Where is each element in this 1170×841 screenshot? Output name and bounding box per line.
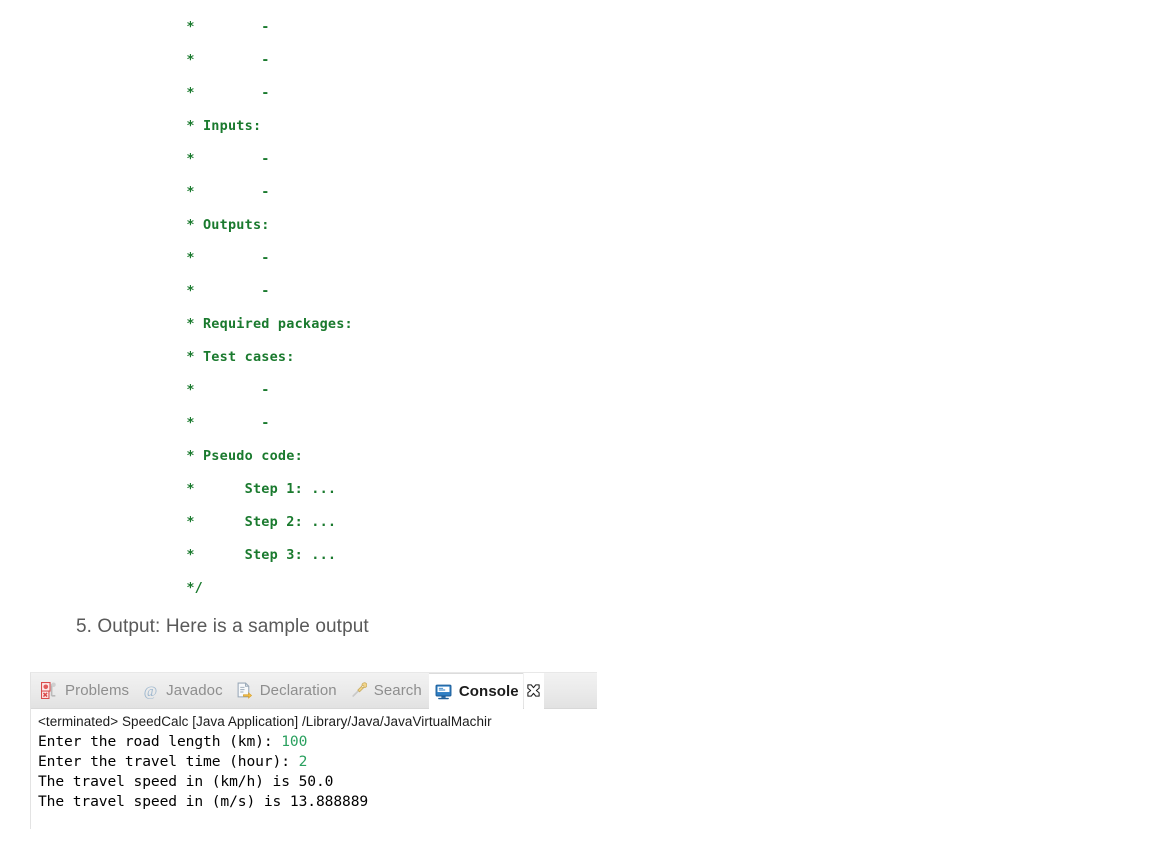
tab-label: Search [373, 682, 422, 699]
console-input-echo: 2 [298, 753, 308, 770]
console-output-text: Enter the road length (km): 100 Enter the… [31, 731, 597, 812]
console-monitor-icon [435, 683, 452, 700]
declaration-document-icon [236, 682, 253, 699]
tab-declaration[interactable]: Declaration [230, 673, 344, 709]
tab-javadoc[interactable]: @ Javadoc [136, 673, 230, 709]
comment-line: * Test cases: [178, 349, 295, 365]
comment-line: * Step 3: ... [178, 547, 337, 563]
comment-line: * - [178, 250, 270, 266]
at-sign-icon: @ [142, 682, 159, 699]
console-line-text: Enter the travel time (hour): [38, 753, 299, 770]
comment-line: * - [178, 151, 270, 167]
svg-text:@: @ [144, 684, 158, 699]
console-input-echo: 100 [281, 733, 308, 750]
comment-line: * Required packages: [178, 316, 353, 332]
comment-line: * Pseudo code: [178, 448, 303, 464]
eclipse-console-panel: Problems @ Javadoc Declaration Search Console… [30, 672, 597, 829]
comment-line: * - [178, 19, 270, 35]
tab-label: Javadoc [166, 682, 223, 699]
comment-line: * - [178, 184, 270, 200]
tab-label: Console [458, 682, 519, 700]
comment-line: * - [178, 415, 270, 431]
comment-line: * Inputs: [178, 118, 262, 134]
comment-line: * - [178, 382, 270, 398]
comment-line: * Step 1: ... [178, 481, 337, 497]
console-line: Enter the travel time (hour): 2 [38, 752, 597, 772]
console-line-text: The travel speed in (km/h) is 50.0 [38, 773, 334, 790]
console-tab-bar: Problems @ Javadoc Declaration Search Console [31, 673, 597, 709]
tab-label: Declaration [259, 682, 337, 699]
comment-line: * - [178, 283, 270, 299]
console-line-text: Enter the road length (km): [38, 733, 282, 750]
output-section-heading: 5. Output: Here is a sample output [76, 616, 369, 637]
comment-line: * Step 2: ... [178, 514, 337, 530]
javadoc-comment-block: * - * - * - * Inputs: * - * - * Outputs:… [0, 0, 1170, 605]
tab-console[interactable]: Console [428, 673, 523, 709]
tab-label: Problems [65, 682, 130, 699]
tab-search[interactable]: Search [344, 673, 429, 709]
console-line: Enter the road length (km): 100 [38, 732, 597, 752]
maximize-restore-icon[interactable] [523, 673, 544, 709]
comment-line: * - [178, 85, 270, 101]
comment-line: * Outputs: [178, 217, 270, 233]
tab-problems[interactable]: Problems [35, 673, 136, 709]
comment-line: */ [178, 580, 203, 596]
comment-line: * - [178, 52, 270, 68]
console-line: The travel speed in (km/h) is 50.0 [38, 772, 597, 792]
launch-configuration-line: <terminated> SpeedCalc [Java Application… [38, 714, 492, 729]
console-line-text: The travel speed in (m/s) is 13.888889 [38, 793, 369, 810]
problems-marker-icon [41, 682, 58, 699]
search-pin-icon [350, 682, 367, 699]
console-line: The travel speed in (m/s) is 13.888889 [38, 792, 597, 812]
